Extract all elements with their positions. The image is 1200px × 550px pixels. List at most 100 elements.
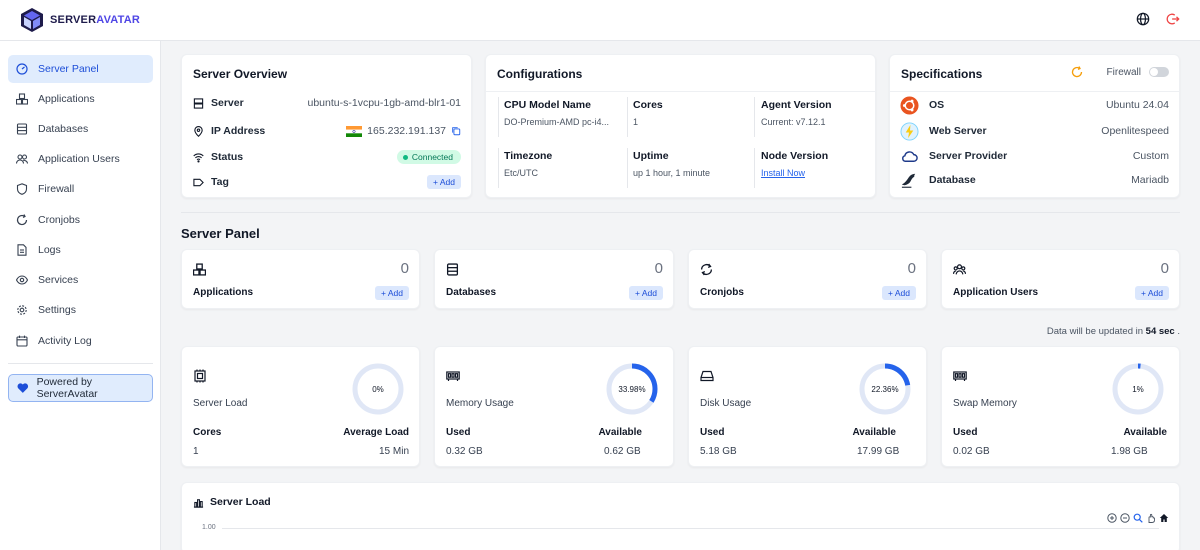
sidebar-item-server-panel[interactable]: Server Panel [8,55,153,83]
column-separator [627,97,628,137]
resource-key: Available [852,427,896,438]
resource-card-server-load: Server Load 0% Cores 1 Average Load 15 M… [181,346,420,467]
add-tag-button[interactable]: + Add [427,175,461,189]
resource-key: Available [598,427,642,438]
firewall-toggle[interactable] [1149,67,1169,77]
add-application-button[interactable]: + Add [375,286,409,300]
config-cpu-model: CPU Model Name DO-Premium-AMD pc-i4... [504,99,622,127]
sidebar-item-label: Databases [38,123,89,135]
resource-key: Used [700,427,725,438]
specifications-card: Specifications Firewall OS Ubuntu 24.04 … [889,54,1180,198]
server-label: Server [211,97,244,109]
config-label: Cores [633,99,663,111]
hand-pan-icon[interactable] [1146,513,1156,523]
configurations-card: Configurations CPU Model Name DO-Premium… [485,54,876,198]
sidebar-item-logs[interactable]: Logs [8,236,153,264]
brand-name-b: AVATAR [96,14,141,26]
database-value: Mariadb [1131,174,1169,186]
server-icon [193,97,204,109]
magnifier-icon[interactable] [1133,513,1143,523]
stat-card-application-users: 0 Application Users + Add [941,249,1180,309]
wifi-icon [193,152,204,162]
add-application-user-button[interactable]: + Add [1135,286,1169,300]
resource-key: Average Load [343,427,409,438]
sidebar-item-label: Firewall [38,183,75,195]
calendar-icon [16,335,28,347]
resource-value: 5.18 GB [700,446,737,457]
status-value: Connected [411,152,453,162]
copy-icon[interactable] [451,126,461,136]
sidebar-item-application-users[interactable]: Application Users [8,145,153,173]
logout-icon[interactable] [1166,12,1180,26]
gauge-icon [16,63,28,75]
resource-key: Used [953,427,978,438]
stat-card-databases: 0 Databases + Add [434,249,674,309]
database-icon [16,123,28,135]
globe-icon[interactable] [1136,12,1150,26]
config-value: 1 [633,117,639,127]
sidebar-item-firewall[interactable]: Firewall [8,175,153,203]
firewall-control: Firewall [1071,66,1169,78]
resource-card-memory-usage: Memory Usage 33.98% Used 0.32 GB Availab… [434,346,674,467]
provider-value: Custom [1132,150,1169,162]
stat-card-applications: 0 Applications + Add [181,249,420,309]
config-uptime: Uptime up 1 hour, 1 minute [633,150,748,178]
sidebar-divider [8,363,153,364]
sidebar-item-label: Cronjobs [38,214,81,226]
card-title: Server Overview [193,67,288,81]
config-label: Uptime [633,150,669,162]
home-icon[interactable] [1159,513,1169,523]
eye-icon [16,275,28,285]
sidebar-item-settings[interactable]: Settings [8,296,153,324]
stat-count: 0 [654,260,663,277]
chart-title: Server Load [193,496,271,508]
card-title: Configurations [497,67,583,81]
sidebar-item-label: Applications [38,93,95,105]
spec-row-web-server: Web Server Openlitespeed [900,121,1169,141]
stat-label: Applications [193,287,254,298]
brand-logo[interactable]: SERVERAVATAR [20,7,140,33]
spec-row-database: Database Mariadb [900,172,1169,188]
powered-by-button[interactable]: Powered by ServerAvatar [8,374,153,402]
section-title: Server Panel [181,226,260,241]
web-server-label: Web Server [929,125,987,137]
os-label: OS [929,99,945,111]
gauge-value: 1% [1132,384,1144,394]
spec-row-provider: Server Provider Custom [900,148,1169,164]
ip-label: IP Address [211,125,266,137]
stat-count: 0 [1160,260,1169,277]
database-label: Database [929,174,976,186]
sidebar-item-databases[interactable]: Databases [8,115,153,143]
install-node-link[interactable]: Install Now [761,168,871,178]
sidebar-item-label: Services [38,274,79,286]
refresh-icon[interactable] [1071,66,1083,78]
column-separator [498,148,499,188]
cubes-icon [193,263,206,276]
config-agent-version: Agent Version Current: v7.12.1 [761,99,871,127]
top-bar: SERVERAVATAR [0,0,1200,41]
spec-row-os: OS Ubuntu 24.04 [900,95,1169,115]
status-dot [402,154,408,160]
resource-value: 17.99 GB [857,446,900,457]
sidebar-item-label: Application Users [38,153,120,165]
stat-label: Cronjobs [700,287,744,298]
sidebar-item-activity-log[interactable]: Activity Log [8,327,153,355]
sidebar-item-applications[interactable]: Applications [8,85,153,113]
sidebar-item-services[interactable]: Services [8,266,153,294]
sidebar-item-cronjobs[interactable]: Cronjobs [8,206,153,234]
resource-value: 0.02 GB [953,446,990,457]
add-cronjob-button[interactable]: + Add [882,286,916,300]
add-database-button[interactable]: + Add [629,286,663,300]
zoom-out-icon[interactable] [1120,513,1130,523]
resource-title: Memory Usage [446,398,514,409]
sidebar-item-label: Settings [38,304,76,316]
mariadb-icon [901,173,916,188]
tag-label: Tag [211,176,229,188]
disk-icon [700,370,714,382]
config-cores: Cores 1 [633,99,748,127]
server-avatar-logo-icon [21,8,43,32]
bar-chart-icon [193,498,204,508]
zoom-in-icon[interactable] [1107,513,1117,523]
gauge-value: 22.36% [871,384,899,394]
sidebar-item-label: Activity Log [38,335,92,347]
